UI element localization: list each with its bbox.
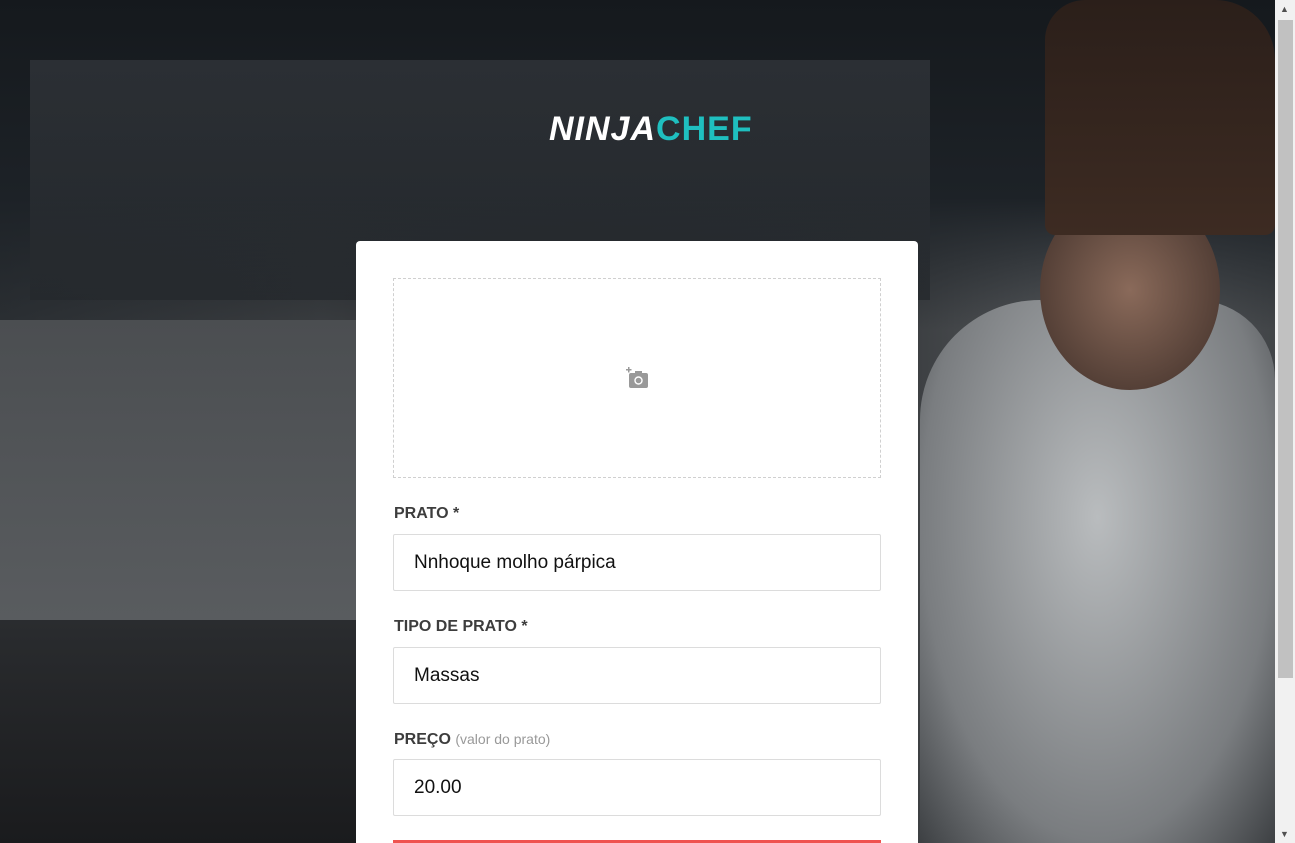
preco-label-text: PREÇO	[394, 731, 451, 748]
preco-hint: (valor do prato)	[455, 731, 551, 747]
prato-label: PRATO *	[394, 505, 460, 522]
scrollbar[interactable]: ▲ ▼	[1275, 0, 1295, 843]
dish-form: PRATO * Nnhoque molho párpica TIPO DE PR…	[356, 241, 918, 843]
add-photo-icon	[626, 367, 648, 388]
prato-input[interactable]: Nnhoque molho párpica	[393, 534, 881, 591]
scrollbar-thumb[interactable]	[1278, 20, 1293, 678]
logo-ninja: NINJA	[549, 110, 657, 148]
image-upload[interactable]	[393, 278, 881, 478]
logo-chef: CHEF	[656, 110, 753, 148]
tipo-label: TIPO DE PRATO *	[394, 618, 528, 635]
preco-label: PREÇO (valor do prato)	[394, 731, 550, 749]
scroll-up-icon[interactable]: ▲	[1280, 4, 1289, 14]
background-chef-hat	[1045, 0, 1275, 235]
scroll-down-icon[interactable]: ▼	[1280, 829, 1289, 839]
background-wall	[0, 320, 360, 640]
preco-input[interactable]: 20.00	[393, 759, 881, 816]
logo: NINJACHEF	[549, 110, 753, 149]
background-stove	[0, 620, 360, 843]
tipo-input[interactable]: Massas	[393, 647, 881, 704]
